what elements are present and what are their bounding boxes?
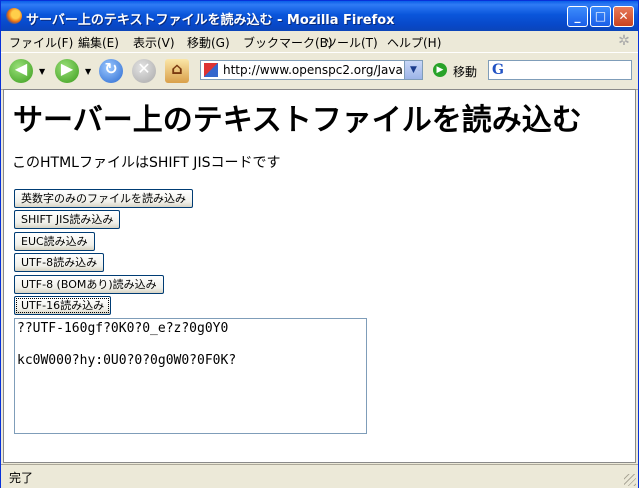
home-icon[interactable]: ⌂ (165, 59, 189, 83)
search-box[interactable]: G (488, 60, 632, 80)
menu-view[interactable]: 表示(V) (133, 34, 175, 51)
forward-dropdown-icon[interactable]: ▼ (85, 67, 91, 76)
menu-help[interactable]: ヘルプ(H) (387, 34, 441, 51)
address-dropdown-icon[interactable]: ▼ (404, 61, 422, 79)
menu-bar: ファイル(F) 編集(E) 表示(V) 移動(G) ブックマーク(B) ツール(… (1, 31, 638, 52)
load-euc-button[interactable]: EUC読み込み (14, 232, 95, 251)
back-icon[interactable]: ◀ (9, 59, 33, 83)
menu-bookmarks[interactable]: ブックマーク(B) (243, 34, 333, 51)
load-shiftjis-button[interactable]: SHIFT JIS読み込み (14, 210, 121, 229)
reload-icon[interactable]: ↻ (99, 59, 123, 83)
minimize-button[interactable]: _ (567, 6, 588, 27)
menu-file[interactable]: ファイル(F) (9, 34, 73, 51)
load-utf16-button[interactable]: UTF-16読み込み (14, 296, 112, 315)
throbber-icon: ✲ (618, 33, 630, 49)
close-button[interactable]: ✕ (613, 6, 634, 27)
back-dropdown-icon[interactable]: ▼ (39, 67, 45, 76)
maximize-button[interactable]: □ (590, 6, 611, 27)
result-textarea[interactable]: ??UTF-160gf?0K0?0_e?z?0g0Y0 kc0W000?hy:0… (14, 318, 367, 434)
navigation-toolbar: ◀ ▼ ▶ ▼ ↻ ✕ ⌂ http://www.openspc2.org/Ja… (1, 52, 638, 90)
page-heading: サーバー上のテキストファイルを読み込む (13, 103, 582, 138)
menu-tools[interactable]: ツール(T) (325, 34, 378, 51)
page-content: サーバー上のテキストファイルを読み込む このHTMLファイルはSHIFT JIS… (3, 89, 636, 463)
title-bar[interactable]: サーバー上のテキストファイルを読み込む - Mozilla Firefox _ … (1, 1, 638, 31)
site-favicon (204, 63, 218, 77)
status-text: 完了 (9, 471, 34, 485)
firefox-logo-icon (6, 8, 22, 24)
status-bar: 完了 (1, 464, 638, 488)
address-bar[interactable]: http://www.openspc2.org/JavaScri ▼ (200, 60, 423, 80)
go-icon[interactable]: ▶ (433, 63, 447, 77)
load-utf8-button[interactable]: UTF-8読み込み (14, 253, 105, 272)
load-utf8-bom-button[interactable]: UTF-8 (BOMあり)読み込み (14, 275, 164, 294)
page-description: このHTMLファイルはSHIFT JISコードです (12, 155, 281, 171)
forward-icon[interactable]: ▶ (55, 59, 79, 83)
menu-go[interactable]: 移動(G) (187, 34, 230, 51)
google-search-icon[interactable]: G (492, 62, 504, 78)
load-ascii-button[interactable]: 英数字のみのファイルを読み込み (14, 189, 193, 208)
stop-icon[interactable]: ✕ (132, 59, 156, 83)
browser-window: サーバー上のテキストファイルを読み込む - Mozilla Firefox _ … (0, 0, 639, 488)
address-text[interactable]: http://www.openspc2.org/JavaScri (223, 63, 403, 77)
window-title: サーバー上のテキストファイルを読み込む - Mozilla Firefox (26, 13, 395, 28)
resize-grip-icon[interactable] (624, 474, 636, 486)
menu-edit[interactable]: 編集(E) (78, 34, 119, 51)
go-label[interactable]: 移動 (453, 63, 477, 80)
